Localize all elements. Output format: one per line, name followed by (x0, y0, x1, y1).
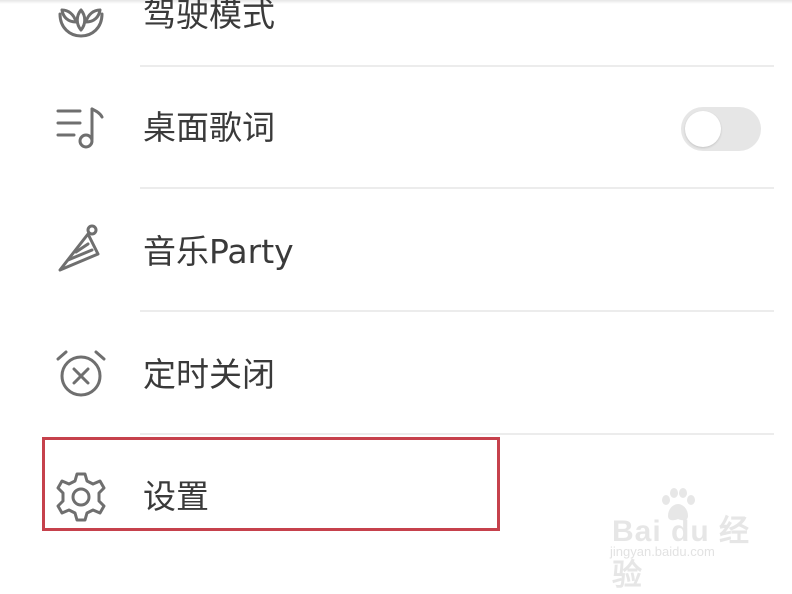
party-hat-icon (50, 220, 112, 282)
divider (140, 65, 774, 67)
menu-item-desktop-lyrics[interactable]: 桌面歌词 (0, 80, 792, 180)
divider (140, 310, 774, 312)
toggle-knob (685, 111, 721, 147)
baidu-jingyan-watermark: Bai du 经验 jingyan.baidu.com (600, 488, 770, 592)
divider (140, 187, 774, 189)
highlight-box (42, 437, 500, 531)
menu-item-label: 定时关闭 (143, 355, 275, 394)
lyrics-icon (50, 97, 112, 159)
divider (140, 433, 774, 435)
alarm-clock-icon (50, 343, 112, 405)
desktop-lyrics-toggle[interactable] (681, 107, 761, 151)
menu-item-label: 桌面歌词 (143, 108, 275, 147)
driving-mode-icon (50, 0, 112, 46)
menu-item-music-party[interactable]: 音乐Party (0, 202, 792, 302)
menu-item-sleep-timer[interactable]: 定时关闭 (0, 325, 792, 425)
menu-item-driving-mode[interactable]: 驾驶模式 (0, 0, 792, 65)
watermark-url: jingyan.baidu.com (610, 544, 715, 559)
menu-item-label: 驾驶模式 (143, 0, 275, 34)
menu-item-label: 音乐Party (143, 232, 294, 271)
